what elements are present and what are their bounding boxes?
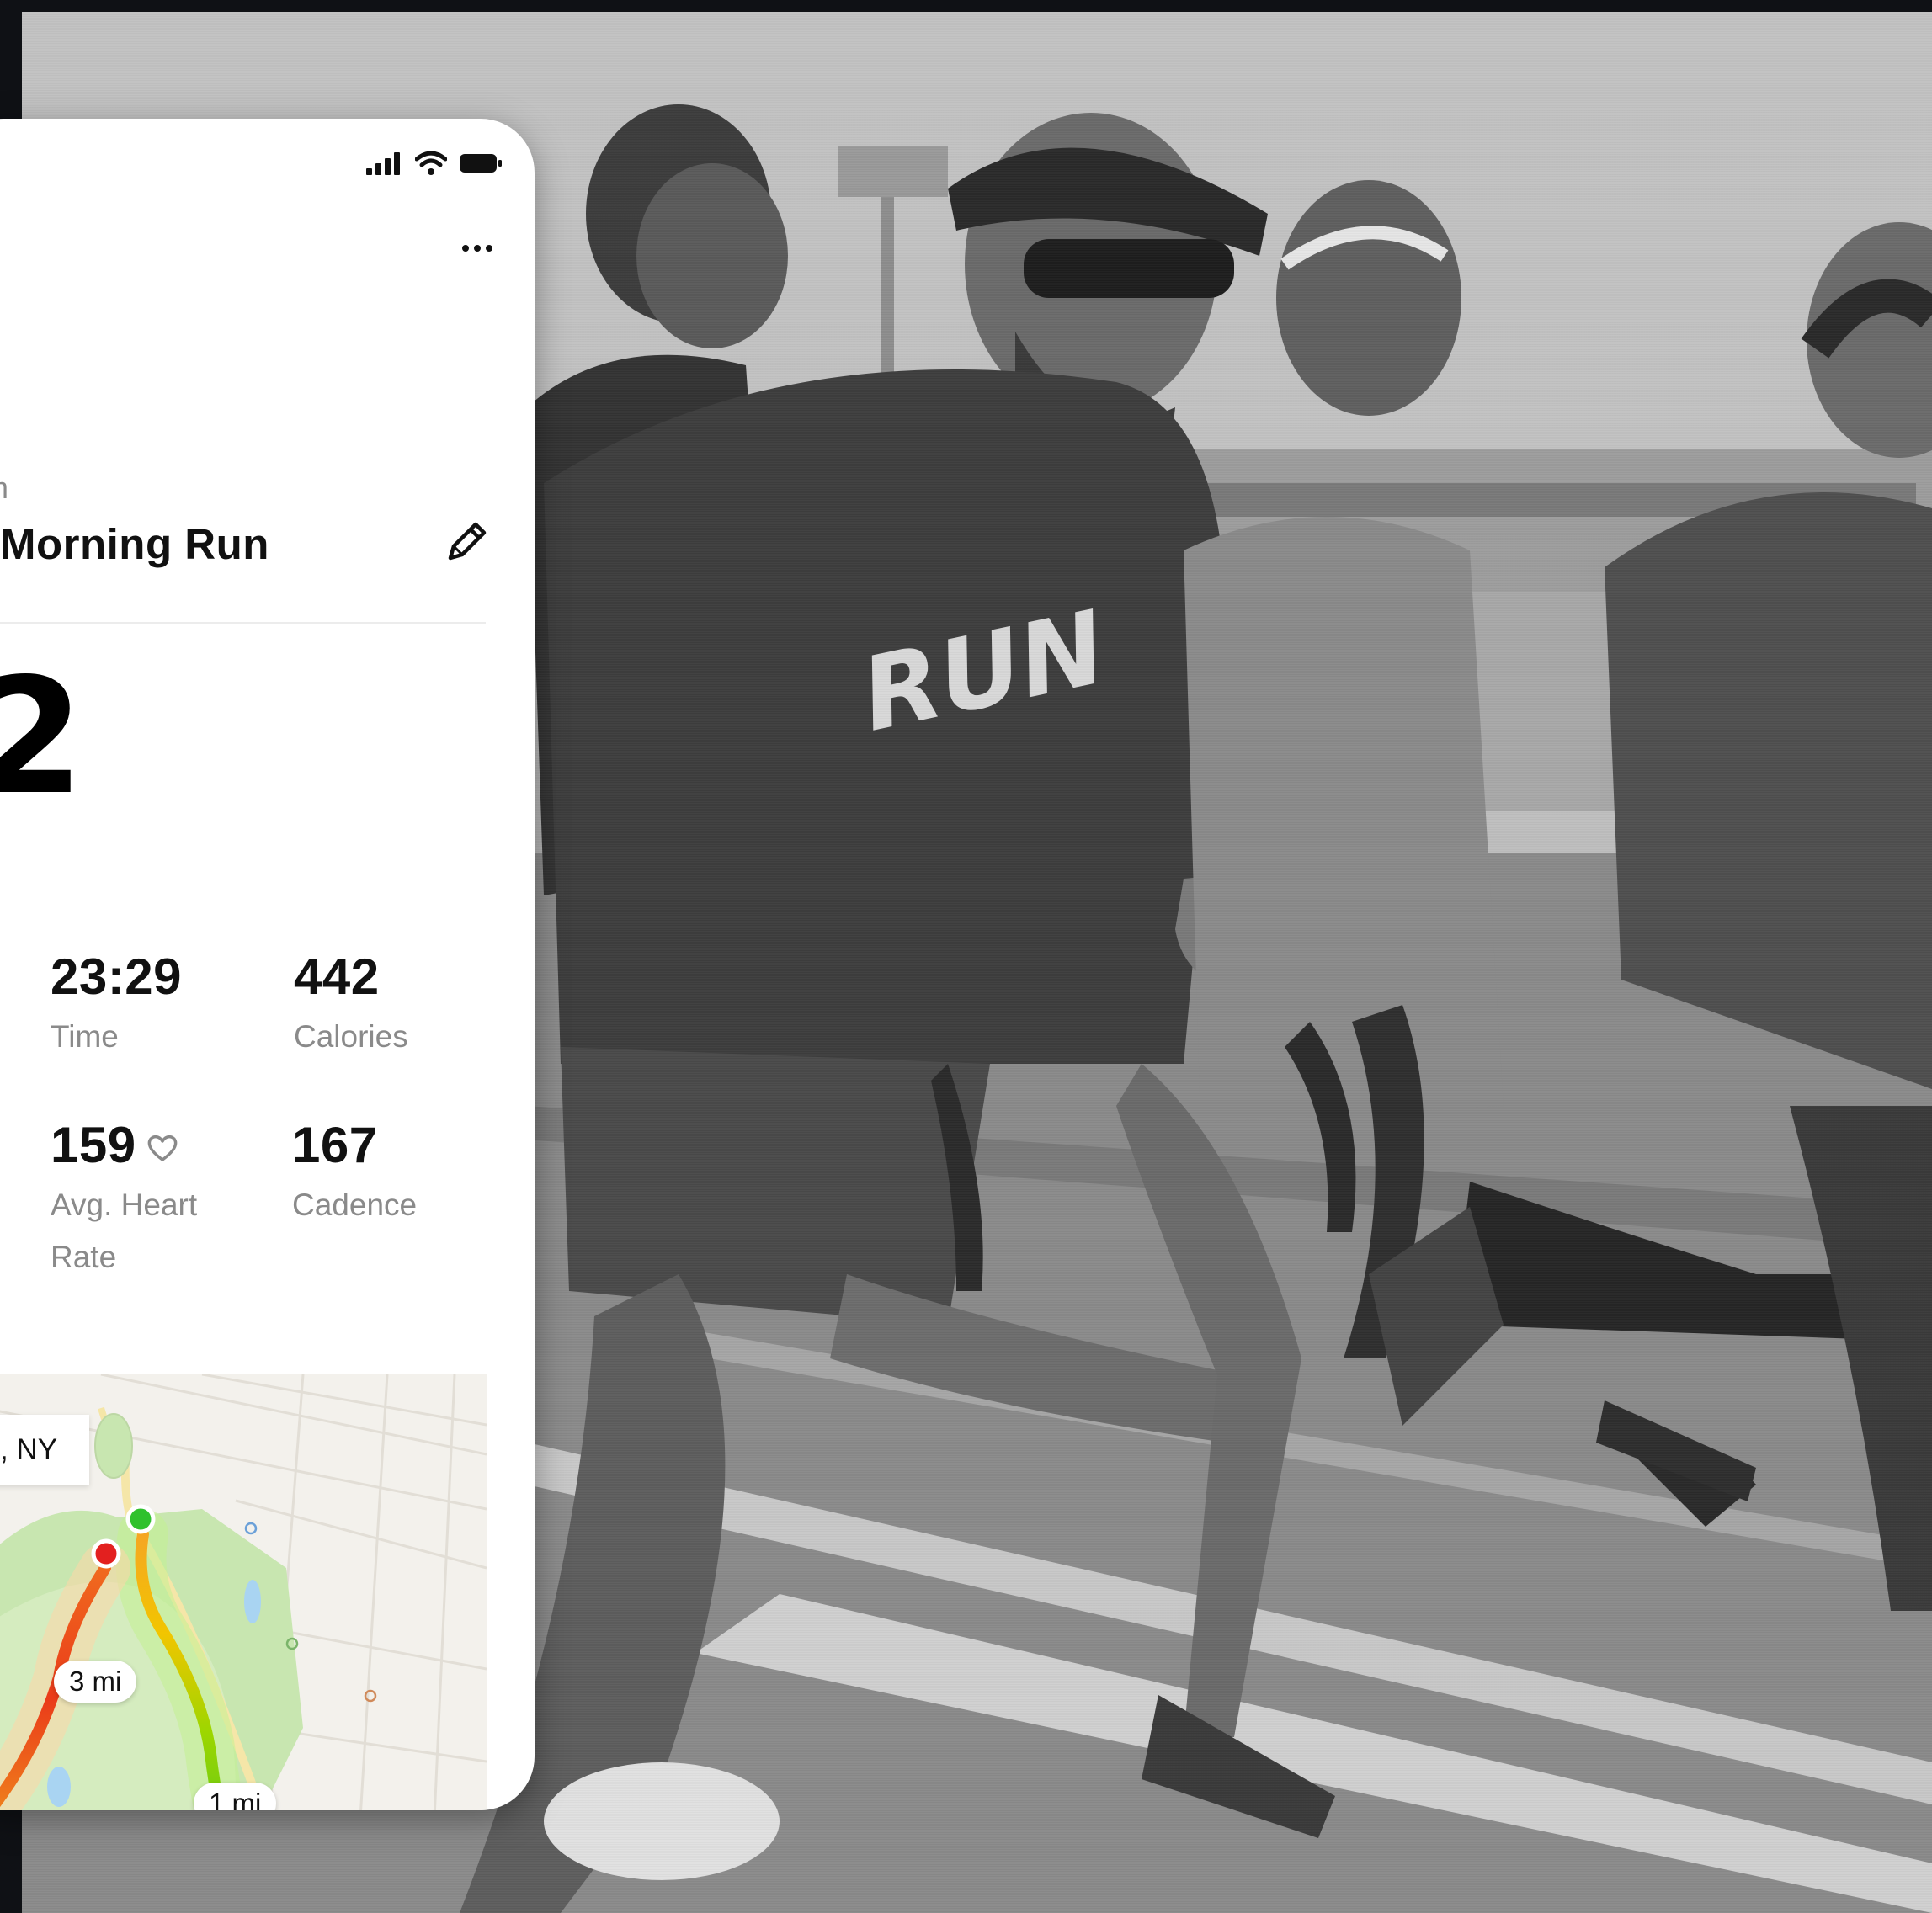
status-bar [366, 151, 503, 176]
stat-heart-rate: 159 Avg. Heart Rate [51, 1120, 253, 1283]
route-map[interactable]: , NY 3 mi 1 mi [0, 1374, 487, 1810]
run-time-label: am [0, 470, 8, 506]
end-marker[interactable] [91, 1538, 121, 1569]
more-icon[interactable] [454, 236, 501, 260]
pencil-icon[interactable] [442, 516, 492, 566]
stat-time: 23:29 Time [51, 952, 182, 1063]
wifi-icon [415, 151, 447, 176]
heart-icon [146, 1120, 178, 1171]
run-title: Morning Run [0, 520, 269, 568]
distance-value: 2 [0, 644, 84, 830]
calories-label: Calories [294, 1019, 408, 1054]
signal-icon [366, 151, 403, 175]
activity-card: am Morning Run 2 23:29 Time 442 Calories… [0, 119, 535, 1810]
mile-marker-1: 1 mi [194, 1783, 277, 1810]
start-marker[interactable] [125, 1504, 156, 1534]
time-value: 23:29 [51, 949, 182, 1005]
heart-rate-value: 159 [51, 1117, 136, 1173]
calories-value: 442 [294, 949, 380, 1005]
battery-icon [459, 152, 503, 174]
mile-marker-3: 3 mi [54, 1661, 137, 1703]
cadence-label: Cadence [292, 1188, 418, 1222]
heart-rate-label: Avg. Heart Rate [51, 1188, 198, 1275]
cadence-value: 167 [292, 1117, 378, 1173]
stat-calories: 442 Calories [294, 952, 408, 1063]
map-location-label: , NY [0, 1415, 90, 1485]
time-label: Time [51, 1019, 119, 1054]
stat-cadence: 167 Cadence [292, 1120, 417, 1231]
divider [0, 622, 486, 624]
